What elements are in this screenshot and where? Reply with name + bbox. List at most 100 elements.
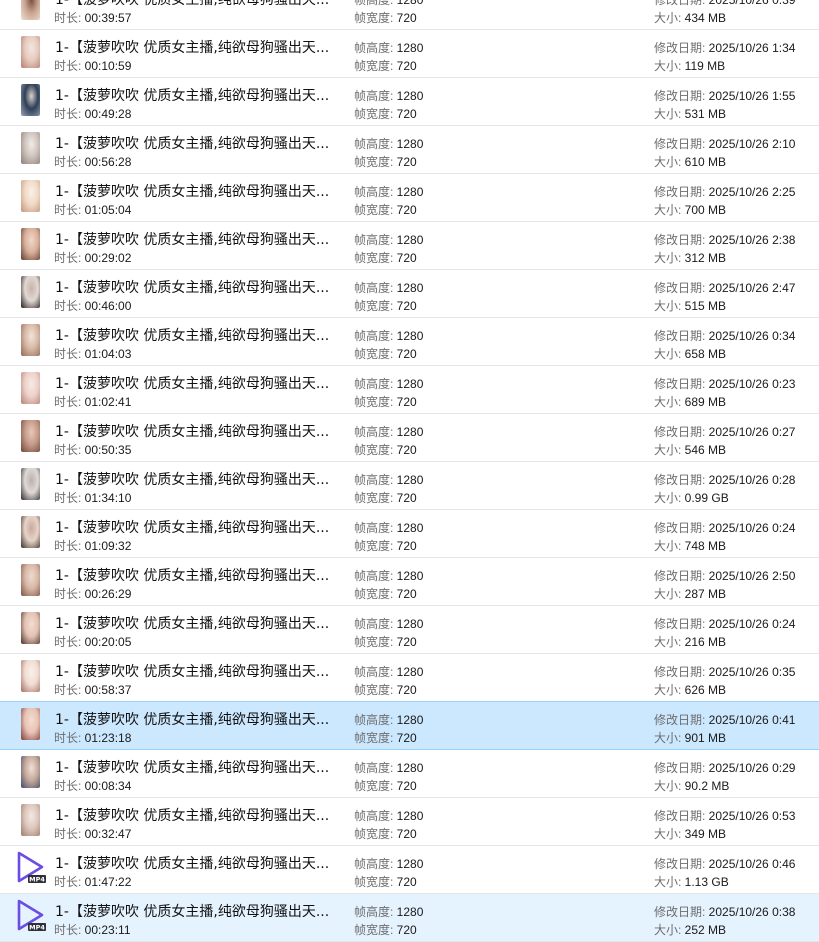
frame-width-value: 720 [396, 587, 417, 601]
size-label: 大小: [654, 491, 685, 505]
modified-value: 2025/10/26 0:28 [708, 473, 796, 487]
size-label: 大小: [654, 251, 685, 265]
frame-height-value: 1280 [396, 905, 424, 919]
file-row[interactable]: 1-【菠萝吹吹 优质女主播,纯欲母狗骚出天... 时长: 01:23:18 帧高… [0, 701, 819, 750]
frame-height-field: 帧高度: 1280 [354, 87, 423, 104]
video-thumbnail [21, 612, 40, 644]
file-name: 1-【菠萝吹吹 优质女主播,纯欲母狗骚出天... [55, 232, 330, 248]
frame-width-value: 720 [396, 347, 417, 361]
duration-value: 00:56:28 [84, 155, 132, 169]
frame-width-label: 帧宽度: [354, 539, 397, 553]
frame-height-field: 帧高度: 1280 [354, 519, 423, 536]
frame-width-field: 帧宽度: 720 [354, 585, 417, 602]
file-row[interactable]: 1-【菠萝吹吹 优质女主播,纯欲母狗骚出天... 时长: 00:10:59 帧高… [0, 30, 819, 78]
size-label: 大小: [654, 731, 685, 745]
frame-width-field: 帧宽度: 720 [354, 825, 417, 842]
frame-width-field: 帧宽度: 720 [354, 105, 417, 122]
frame-width-value: 720 [396, 203, 417, 217]
modified-date-field: 修改日期: 2025/10/26 2:50 [654, 567, 795, 584]
video-thumbnail [21, 132, 40, 164]
duration-field: 时长: 00:32:47 [54, 825, 131, 842]
file-name: 1-【菠萝吹吹 优质女主播,纯欲母狗骚出天... [55, 88, 330, 104]
frame-height-field: 帧高度: 1280 [354, 0, 423, 8]
frame-width-label: 帧宽度: [354, 923, 397, 937]
modified-value: 2025/10/26 0:29 [708, 761, 796, 775]
file-row[interactable]: 1-【菠萝吹吹 优质女主播,纯欲母狗骚出天... 时长: 00:39:57 帧高… [0, 0, 819, 30]
frame-width-value: 720 [396, 779, 417, 793]
file-row[interactable]: 1-【菠萝吹吹 优质女主播,纯欲母狗骚出天... 时长: 01:34:10 帧高… [0, 462, 819, 510]
file-row[interactable]: 1-【菠萝吹吹 优质女主播,纯欲母狗骚出天... 时长: 01:05:04 帧高… [0, 174, 819, 222]
size-label: 大小: [654, 443, 685, 457]
file-row[interactable]: MP4 1-【菠萝吹吹 优质女主播,纯欲母狗骚出天... 时长: 01:47:2… [0, 846, 819, 894]
modified-date-field: 修改日期: 2025/10/26 1:55 [654, 87, 795, 104]
size-field: 大小: 700 MB [654, 201, 726, 218]
modified-date-field: 修改日期: 2025/10/26 0:24 [654, 615, 795, 632]
frame-width-value: 720 [396, 251, 417, 265]
frame-height-value: 1280 [396, 41, 424, 55]
size-label: 大小: [654, 827, 685, 841]
file-name: 1-【菠萝吹吹 优质女主播,纯欲母狗骚出天... [55, 184, 330, 200]
frame-height-field: 帧高度: 1280 [354, 231, 423, 248]
modified-label: 修改日期: [654, 329, 709, 343]
frame-width-label: 帧宽度: [354, 827, 397, 841]
duration-field: 时长: 00:08:34 [54, 777, 131, 794]
size-label: 大小: [654, 155, 685, 169]
duration-label: 时长: [54, 635, 85, 649]
frame-height-field: 帧高度: 1280 [354, 423, 423, 440]
file-row[interactable]: 1-【菠萝吹吹 优质女主播,纯欲母狗骚出天... 时长: 01:04:03 帧高… [0, 318, 819, 366]
size-field: 大小: 531 MB [654, 105, 726, 122]
file-row[interactable]: 1-【菠萝吹吹 优质女主播,纯欲母狗骚出天... 时长: 00:29:02 帧高… [0, 222, 819, 270]
file-row[interactable]: 1-【菠萝吹吹 优质女主播,纯欲母狗骚出天... 时长: 00:49:28 帧高… [0, 78, 819, 126]
size-field: 大小: 546 MB [654, 441, 726, 458]
file-name: 1-【菠萝吹吹 优质女主播,纯欲母狗骚出天... [55, 520, 330, 536]
size-value: 90.2 MB [684, 779, 730, 793]
size-field: 大小: 658 MB [654, 345, 726, 362]
file-row[interactable]: 1-【菠萝吹吹 优质女主播,纯欲母狗骚出天... 时长: 00:46:00 帧高… [0, 270, 819, 318]
file-row[interactable]: 1-【菠萝吹吹 优质女主播,纯欲母狗骚出天... 时长: 00:08:34 帧高… [0, 750, 819, 798]
size-field: 大小: 626 MB [654, 681, 726, 698]
duration-value: 01:09:32 [84, 539, 132, 553]
file-row[interactable]: 1-【菠萝吹吹 优质女主播,纯欲母狗骚出天... 时长: 00:50:35 帧高… [0, 414, 819, 462]
modified-date-field: 修改日期: 2025/10/26 0:29 [654, 759, 795, 776]
file-name: 1-【菠萝吹吹 优质女主播,纯欲母狗骚出天... [55, 808, 330, 824]
modified-value: 2025/10/26 0:53 [708, 809, 796, 823]
frame-width-field: 帧宽度: 720 [354, 393, 417, 410]
file-row[interactable]: 1-【菠萝吹吹 优质女主播,纯欲母狗骚出天... 时长: 01:09:32 帧高… [0, 510, 819, 558]
frame-height-value: 1280 [396, 809, 424, 823]
size-label: 大小: [654, 779, 685, 793]
duration-label: 时长: [54, 155, 85, 169]
frame-height-label: 帧高度: [354, 377, 397, 391]
modified-value: 2025/10/26 0:46 [708, 857, 796, 871]
modified-value: 2025/10/26 2:38 [708, 233, 796, 247]
file-name: 1-【菠萝吹吹 优质女主播,纯欲母狗骚出天... [55, 712, 330, 728]
frame-height-label: 帧高度: [354, 761, 397, 775]
modified-label: 修改日期: [654, 233, 709, 247]
file-row[interactable]: 1-【菠萝吹吹 优质女主播,纯欲母狗骚出天... 时长: 00:32:47 帧高… [0, 798, 819, 846]
duration-label: 时长: [54, 443, 85, 457]
size-label: 大小: [654, 11, 685, 25]
file-name: 1-【菠萝吹吹 优质女主播,纯欲母狗骚出天... [55, 568, 330, 584]
duration-value: 00:10:59 [84, 59, 132, 73]
file-row[interactable]: 1-【菠萝吹吹 优质女主播,纯欲母狗骚出天... 时长: 01:02:41 帧高… [0, 366, 819, 414]
modified-value: 2025/10/26 0:23 [708, 377, 796, 391]
frame-width-field: 帧宽度: 720 [354, 9, 417, 26]
file-row[interactable]: 1-【菠萝吹吹 优质女主播,纯欲母狗骚出天... 时长: 00:26:29 帧高… [0, 558, 819, 606]
duration-field: 时长: 00:29:02 [54, 249, 131, 266]
frame-height-value: 1280 [396, 521, 424, 535]
duration-field: 时长: 01:04:03 [54, 345, 131, 362]
file-row[interactable]: MP4 1-【菠萝吹吹 优质女主播,纯欲母狗骚出天... 时长: 00:23:1… [0, 894, 819, 942]
frame-height-field: 帧高度: 1280 [354, 327, 423, 344]
size-field: 大小: 515 MB [654, 297, 726, 314]
file-row[interactable]: 1-【菠萝吹吹 优质女主播,纯欲母狗骚出天... 时长: 00:20:05 帧高… [0, 606, 819, 654]
frame-height-label: 帧高度: [354, 857, 397, 871]
modified-date-field: 修改日期: 2025/10/26 2:10 [654, 135, 795, 152]
size-label: 大小: [654, 539, 685, 553]
frame-height-value: 1280 [396, 473, 424, 487]
video-thumbnail [21, 468, 40, 500]
duration-value: 01:04:03 [84, 347, 132, 361]
file-row[interactable]: 1-【菠萝吹吹 优质女主播,纯欲母狗骚出天... 时长: 00:58:37 帧高… [0, 654, 819, 702]
file-row[interactable]: 1-【菠萝吹吹 优质女主播,纯欲母狗骚出天... 时长: 00:56:28 帧高… [0, 126, 819, 174]
video-thumbnail [21, 276, 40, 308]
size-field: 大小: 252 MB [654, 921, 726, 938]
modified-label: 修改日期: [654, 0, 709, 7]
